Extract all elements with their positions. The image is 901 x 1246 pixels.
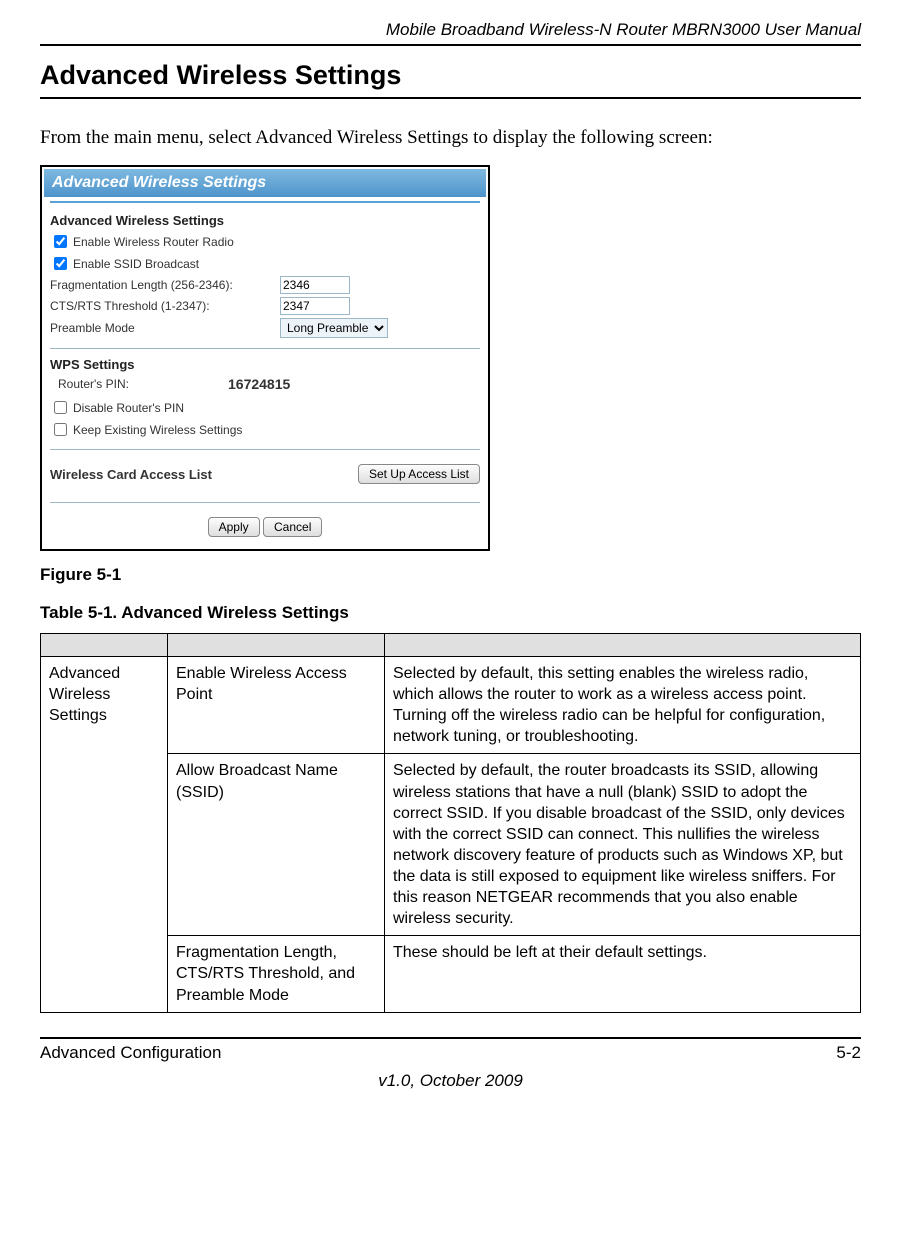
divider-3 xyxy=(50,502,480,503)
doc-title: Mobile Broadband Wireless-N Router MBRN3… xyxy=(40,20,861,44)
cancel-button[interactable]: Cancel xyxy=(263,517,322,537)
cts-threshold-input[interactable] xyxy=(280,297,350,315)
table-header-3 xyxy=(385,634,861,657)
enable-ssid-checkbox[interactable] xyxy=(54,257,67,270)
keep-existing-checkbox[interactable] xyxy=(54,423,67,436)
cts-threshold-label: CTS/RTS Threshold (1-2347): xyxy=(50,299,280,313)
table-setting-cell: Enable Wireless Access Point xyxy=(168,657,385,754)
preamble-mode-label: Preamble Mode xyxy=(50,321,280,335)
panel-top-rule xyxy=(50,201,480,203)
intro-text: From the main menu, select Advanced Wire… xyxy=(40,127,861,149)
figure-caption: Figure 5-1 xyxy=(40,565,861,585)
table-caption: Table 5-1. Advanced Wireless Settings xyxy=(40,603,861,623)
enable-radio-checkbox[interactable] xyxy=(54,235,67,248)
apply-button[interactable]: Apply xyxy=(208,517,260,537)
table-header-1 xyxy=(41,634,168,657)
enable-radio-label: Enable Wireless Router Radio xyxy=(73,235,234,249)
footer-left: Advanced Configuration xyxy=(40,1043,221,1063)
footer-version: v1.0, October 2009 xyxy=(40,1071,861,1091)
wps-section-label: WPS Settings xyxy=(50,357,480,372)
table-header-2 xyxy=(168,634,385,657)
table-desc-cell: These should be left at their default se… xyxy=(385,936,861,1012)
panel-title: Advanced Wireless Settings xyxy=(44,169,486,197)
screenshot-panel: Advanced Wireless Settings Advanced Wire… xyxy=(40,165,490,551)
header-rule xyxy=(40,44,861,46)
frag-length-label: Fragmentation Length (256-2346): xyxy=(50,278,280,292)
settings-table: Advanced Wireless Settings Enable Wirele… xyxy=(40,633,861,1013)
section-title: Advanced Wireless Settings xyxy=(40,60,861,99)
preamble-mode-select[interactable]: Long Preamble xyxy=(280,318,388,338)
table-desc-cell: Selected by default, the router broadcas… xyxy=(385,754,861,936)
table-group-cell: Advanced Wireless Settings xyxy=(41,657,168,1013)
table-desc-cell: Selected by default, this setting enable… xyxy=(385,657,861,754)
access-list-label: Wireless Card Access List xyxy=(50,467,212,482)
table-setting-cell: Allow Broadcast Name (SSID) xyxy=(168,754,385,936)
disable-pin-checkbox[interactable] xyxy=(54,401,67,414)
table-setting-cell: Fragmentation Length, CTS/RTS Threshold,… xyxy=(168,936,385,1012)
router-pin-value: 16724815 xyxy=(228,376,290,392)
enable-ssid-label: Enable SSID Broadcast xyxy=(73,257,199,271)
footer-rule xyxy=(40,1037,861,1039)
aw-section-label: Advanced Wireless Settings xyxy=(50,213,480,228)
keep-existing-label: Keep Existing Wireless Settings xyxy=(73,423,242,437)
disable-pin-label: Disable Router's PIN xyxy=(73,401,184,415)
setup-access-list-button[interactable]: Set Up Access List xyxy=(358,464,480,484)
router-pin-label: Router's PIN: xyxy=(58,377,228,391)
footer-right: 5-2 xyxy=(836,1043,861,1063)
divider-1 xyxy=(50,348,480,349)
divider-2 xyxy=(50,449,480,450)
frag-length-input[interactable] xyxy=(280,276,350,294)
